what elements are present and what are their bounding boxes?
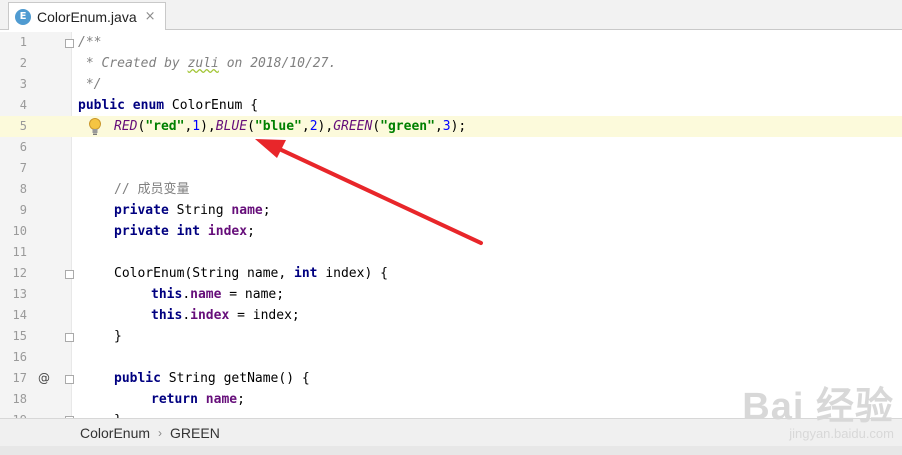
line-number: 18	[12, 392, 27, 406]
code-line-13: 13 this.name = name;	[0, 284, 902, 305]
code-editor[interactable]: 1 /** 2 * Created by zuli on 2018/10/27.…	[0, 32, 902, 418]
code-text: this.name = name;	[151, 287, 285, 302]
line-number: 7	[19, 161, 27, 175]
line-number: 9	[19, 203, 27, 217]
line-number: 10	[12, 224, 27, 238]
code-line-6: 6	[0, 137, 902, 158]
code-text: // 成员变量	[114, 182, 190, 197]
line-number: 19	[0, 410, 27, 418]
code-text: private int index;	[114, 224, 255, 239]
intention-bulb-icon[interactable]	[88, 116, 102, 137]
line-number: 17	[12, 371, 27, 385]
code-text: return name;	[151, 392, 245, 407]
code-text: }	[114, 410, 122, 418]
line-number: 1	[19, 35, 27, 49]
code-line-9: 9 private String name;	[0, 200, 902, 221]
enum-file-icon: E	[15, 8, 31, 25]
code-line-14: 14 this.index = index;	[0, 305, 902, 326]
code-line-1: 1 /**	[0, 32, 902, 53]
code-line-15: 15 }	[0, 326, 902, 347]
line-number: 8	[19, 182, 27, 196]
code-line-2: 2 * Created by zuli on 2018/10/27.	[0, 53, 902, 74]
line-number: 16	[12, 350, 27, 364]
code-text: private String name;	[114, 203, 271, 218]
override-marker-icon[interactable]: @	[38, 368, 50, 389]
line-number: 4	[19, 98, 27, 112]
code-text: */	[78, 77, 102, 92]
line-number: 3	[19, 77, 27, 91]
code-text: * Created by zuli on 2018/10/27.	[78, 56, 337, 71]
code-line-5: 5 RED("red",1),BLUE("blue",2),GREEN("gre…	[0, 116, 902, 137]
close-icon[interactable]: ×	[145, 9, 156, 24]
code-line-10: 10 private int index;	[0, 221, 902, 242]
fold-marker-icon[interactable]	[65, 333, 74, 342]
watermark-brand: Bai 经验	[742, 386, 894, 428]
watermark: Bai 经验 jingyan.baidu.com	[742, 375, 894, 441]
fold-marker-icon[interactable]	[65, 375, 74, 384]
code-line-4: 4 public enum ColorEnum {	[0, 95, 902, 116]
line-number: 14	[12, 308, 27, 322]
code-line-12: 12 ColorEnum(String name, int index) {	[0, 263, 902, 284]
tab-colorenum-java[interactable]: E ColorEnum.java ×	[8, 2, 166, 30]
code-line-16: 16	[0, 347, 902, 368]
code-text: public enum ColorEnum {	[78, 98, 259, 113]
status-strip	[0, 446, 902, 455]
tab-title: ColorEnum.java	[37, 8, 137, 25]
code-text: ColorEnum(String name, int index) {	[114, 266, 388, 281]
fold-marker-icon[interactable]	[65, 270, 74, 279]
line-number: 13	[12, 287, 27, 301]
code-text: }	[114, 329, 122, 344]
code-text: /**	[78, 35, 102, 50]
chevron-right-icon: ›	[158, 425, 163, 440]
line-number: 2	[19, 56, 27, 70]
code-line-11: 11	[0, 242, 902, 263]
breadcrumb-item-green[interactable]: GREEN	[170, 425, 220, 441]
code-text: public String getName() {	[114, 371, 310, 386]
line-number: 6	[19, 140, 27, 154]
code-text: this.index = index;	[151, 308, 300, 323]
line-number: 5	[19, 119, 27, 133]
code-line-7: 7	[0, 158, 902, 179]
fold-marker-icon[interactable]	[65, 39, 74, 48]
code-line-8: 8 // 成员变量	[0, 179, 902, 200]
editor-tab-bar: E ColorEnum.java ×	[0, 0, 902, 30]
code-text: RED("red",1),BLUE("blue",2),GREEN("green…	[114, 119, 467, 134]
line-number: 11	[12, 245, 27, 259]
code-line-3: 3 */	[0, 74, 902, 95]
line-number: 12	[12, 266, 27, 280]
line-number: 15	[12, 329, 27, 343]
breadcrumb-item-colorenum[interactable]: ColorEnum	[80, 425, 150, 441]
